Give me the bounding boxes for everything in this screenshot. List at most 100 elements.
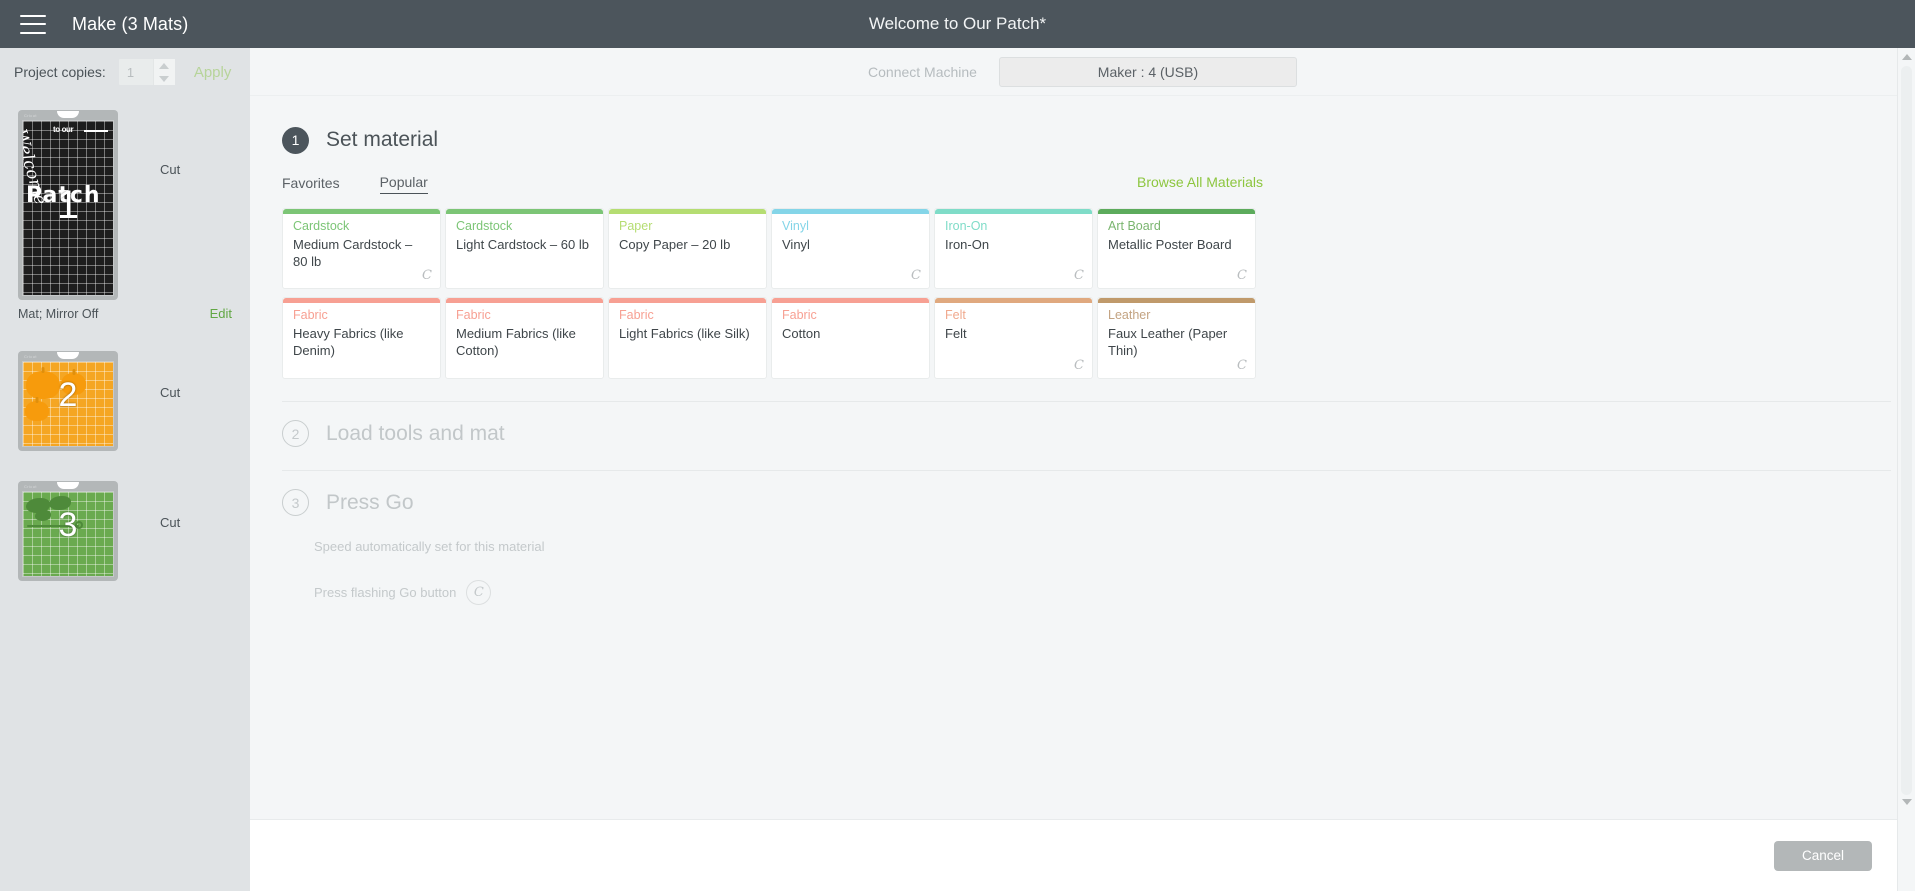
mat-thumbnail-1[interactable]: Cricut Welcome to our Patch 1 bbox=[18, 110, 118, 300]
chevron-up-icon[interactable] bbox=[159, 62, 170, 69]
card-color-bar bbox=[446, 209, 603, 214]
mats-sidebar[interactable]: Cricut Welcome to our Patch 1 Cut Mat; M… bbox=[0, 96, 250, 891]
stepper-arrows[interactable] bbox=[152, 59, 175, 85]
connect-machine-label: Connect Machine bbox=[868, 64, 977, 80]
scroll-up-arrow-icon[interactable] bbox=[1901, 54, 1912, 60]
step3-badge: 3 bbox=[282, 489, 309, 517]
mat-list-item[interactable]: Cricut 3 Cut bbox=[0, 451, 250, 581]
card-name: Iron-On bbox=[945, 237, 990, 252]
material-card[interactable]: Fabric Light Fabrics (like Silk) bbox=[608, 297, 767, 379]
material-card[interactable]: Art Board Metallic Poster Board C bbox=[1097, 208, 1256, 290]
press-go-text: Press flashing Go button bbox=[314, 584, 457, 600]
card-color-bar bbox=[283, 209, 440, 214]
hamburger-icon[interactable] bbox=[20, 14, 46, 34]
press-go-row: Press flashing Go button C bbox=[314, 579, 1897, 605]
cancel-button[interactable]: Cancel bbox=[1774, 840, 1872, 871]
material-cards: Cardstock Medium Cardstock – 80 lb C Car… bbox=[282, 208, 1897, 379]
material-card[interactable]: Fabric Medium Fabrics (like Cotton) bbox=[445, 297, 604, 379]
card-category: Fabric bbox=[619, 308, 654, 323]
browse-all-materials-link[interactable]: Browse All Materials bbox=[1137, 174, 1263, 190]
step3-title: Press Go bbox=[326, 490, 414, 514]
card-category: Fabric bbox=[782, 308, 817, 323]
material-card[interactable]: Leather Faux Leather (Paper Thin) C bbox=[1097, 297, 1256, 379]
art-toour-text: to our bbox=[53, 125, 74, 134]
step3-header: 3 Press Go bbox=[282, 481, 1897, 525]
chevron-down-icon[interactable] bbox=[159, 75, 170, 82]
material-card[interactable]: Fabric Cotton bbox=[771, 297, 930, 379]
connect-machine-row: Connect Machine Maker : 4 (USB) bbox=[250, 48, 1915, 96]
page-title: Make (3 Mats) bbox=[72, 13, 189, 34]
card-name: Light Cardstock – 60 lb bbox=[456, 237, 589, 252]
mat-caption: Mat; Mirror Off bbox=[18, 306, 99, 321]
scroll-down-arrow-icon[interactable] bbox=[1901, 799, 1912, 805]
step1-title: Set material bbox=[326, 128, 439, 151]
card-name: Faux Leather (Paper Thin) bbox=[1108, 326, 1228, 359]
card-category: Vinyl bbox=[782, 219, 809, 233]
step-press-go: 3 Press Go Speed automatically set for t… bbox=[250, 471, 1897, 605]
apply-button[interactable]: Apply bbox=[194, 64, 232, 81]
material-card[interactable]: Cardstock Light Cardstock – 60 lb bbox=[445, 208, 604, 290]
cricut-c-icon: C bbox=[911, 268, 921, 284]
material-card[interactable]: Cardstock Medium Cardstock – 80 lb C bbox=[282, 208, 441, 290]
card-category: Paper bbox=[619, 219, 653, 233]
card-category: Fabric bbox=[293, 308, 328, 323]
card-color-bar bbox=[772, 298, 929, 304]
vertical-scrollbar[interactable] bbox=[1897, 48, 1915, 891]
card-category: Art Board bbox=[1108, 219, 1161, 233]
project-copies-input[interactable] bbox=[118, 59, 153, 85]
step2-badge: 2 bbox=[282, 420, 309, 448]
card-name: Cotton bbox=[782, 326, 821, 342]
mat-brand-label: Cricut bbox=[24, 354, 37, 359]
card-name: Vinyl bbox=[782, 237, 810, 252]
make-project-screen: Make (3 Mats) Welcome to Our Patch* Proj… bbox=[0, 0, 1915, 891]
step1-badge: 1 bbox=[282, 126, 309, 154]
card-name: Medium Cardstock – 80 lb bbox=[293, 237, 413, 270]
mat-thumbnail-3[interactable]: Cricut 3 bbox=[18, 481, 118, 581]
material-card[interactable]: Fabric Heavy Fabrics (like Denim) bbox=[282, 297, 441, 379]
cricut-c-icon: C bbox=[1237, 268, 1247, 284]
mat-edit-link[interactable]: Edit bbox=[210, 306, 232, 321]
pumpkin-shape bbox=[25, 401, 49, 421]
tab-favorites[interactable]: Favorites bbox=[282, 175, 340, 194]
card-name: Copy Paper – 20 lb bbox=[619, 237, 731, 252]
mat-thumbnail-2[interactable]: Cricut 2 bbox=[18, 351, 118, 451]
card-category: Leather bbox=[1108, 308, 1151, 323]
step2-header: 2 Load tools and mat bbox=[282, 412, 1897, 456]
material-card[interactable]: Vinyl Vinyl C bbox=[771, 208, 930, 290]
mat-number: 2 bbox=[58, 376, 78, 414]
mat-notch bbox=[57, 482, 79, 489]
material-card[interactable]: Paper Copy Paper – 20 lb bbox=[608, 208, 767, 290]
mat-number: 1 bbox=[56, 183, 80, 227]
card-name: Light Fabrics (like Silk) bbox=[619, 326, 750, 342]
machine-select-button[interactable]: Maker : 4 (USB) bbox=[998, 57, 1297, 87]
card-color-bar bbox=[446, 298, 603, 304]
material-card[interactable]: Iron-On Iron-On C bbox=[934, 208, 1093, 290]
card-color-bar bbox=[609, 209, 766, 214]
mat-brand-label: Cricut bbox=[24, 113, 37, 118]
mat-brand-label: Cricut bbox=[24, 484, 37, 489]
material-card[interactable]: Felt Felt C bbox=[934, 297, 1093, 379]
material-card-row-2: Fabric Heavy Fabrics (like Denim) Fabric… bbox=[282, 297, 1897, 379]
mat-list-item[interactable]: Cricut Welcome to our Patch 1 Cut bbox=[0, 96, 250, 300]
card-category: Felt bbox=[945, 308, 966, 323]
mat-operation-label: Cut bbox=[160, 515, 181, 530]
mat-caption-row: Mat; Mirror Off Edit bbox=[0, 300, 250, 321]
step-set-material: 1 Set material Favorites Popular Browse … bbox=[250, 96, 1897, 379]
step-load-tools: 2 Load tools and mat bbox=[250, 402, 1897, 456]
scrollbar-track[interactable] bbox=[1901, 66, 1912, 795]
mat-notch bbox=[57, 352, 79, 359]
card-category: Fabric bbox=[456, 308, 491, 323]
tab-popular[interactable]: Popular bbox=[379, 174, 428, 194]
project-copies-panel: Project copies: Apply bbox=[0, 48, 250, 96]
card-category: Iron-On bbox=[945, 219, 988, 233]
card-color-bar bbox=[935, 209, 1092, 214]
mat-list-item[interactable]: Cricut 2 Cut bbox=[0, 321, 250, 451]
top-bar: Make (3 Mats) bbox=[0, 0, 1915, 48]
mat-operation-label: Cut bbox=[160, 385, 181, 400]
card-name: Felt bbox=[945, 326, 967, 342]
bottom-bar: Cancel bbox=[250, 819, 1915, 891]
card-color-bar bbox=[935, 298, 1092, 304]
cricut-c-icon: C bbox=[1237, 357, 1247, 373]
project-copies-stepper[interactable] bbox=[117, 58, 176, 86]
step2-title: Load tools and mat bbox=[326, 421, 505, 445]
